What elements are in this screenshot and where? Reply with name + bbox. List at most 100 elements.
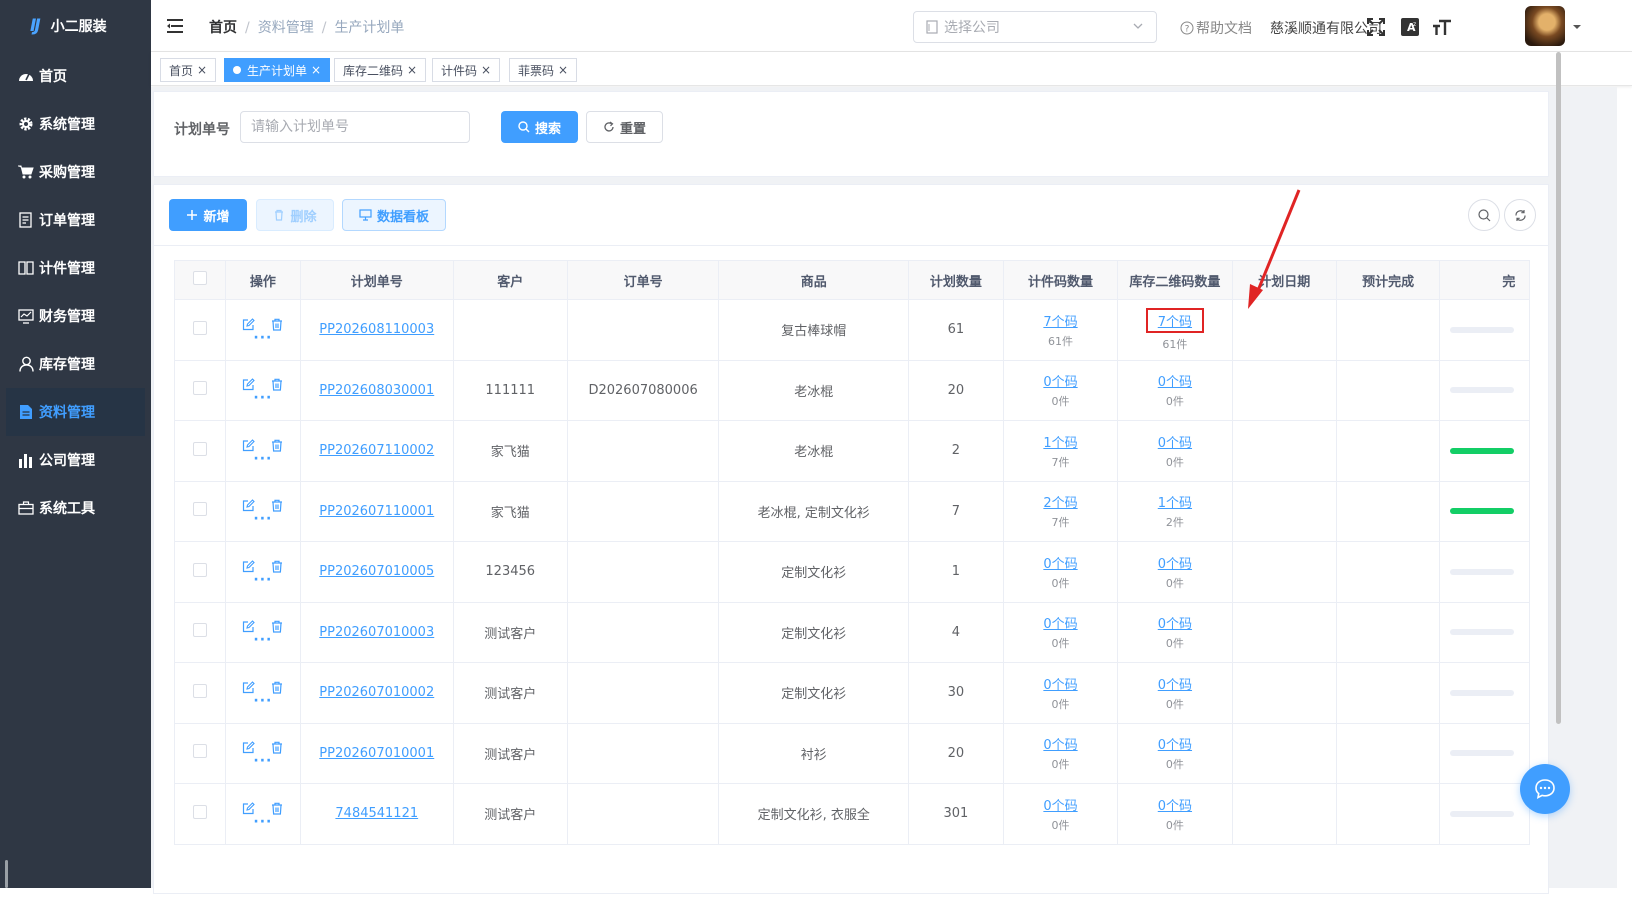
trash-icon[interactable] — [271, 741, 283, 754]
piece-codes-link[interactable]: 0个码 — [1043, 613, 1077, 632]
sidebar-item-6[interactable]: 库存管理 — [0, 340, 151, 388]
tag-3[interactable]: 计件码 × — [432, 58, 501, 82]
sidebar-item-4[interactable]: 计件管理 — [0, 244, 151, 292]
row-checkbox[interactable] — [192, 683, 207, 698]
caret-down-icon[interactable] — [1572, 20, 1582, 35]
sidebar-item-5[interactable]: 财务管理 — [0, 292, 151, 340]
trash-icon[interactable] — [271, 620, 283, 633]
breadcrumb-data-mgmt[interactable]: 资料管理 — [258, 20, 314, 36]
sidebar-item-2[interactable]: 采购管理 — [0, 148, 151, 196]
row-checkbox[interactable] — [192, 562, 207, 577]
edit-icon[interactable] — [242, 438, 256, 452]
plan-no-link[interactable]: PP202607110001 — [319, 504, 434, 519]
plan-no-link[interactable]: PP202607010003 — [319, 625, 434, 640]
plan-no-link[interactable]: PP202607110002 — [319, 443, 434, 458]
more-icon[interactable]: ··· — [253, 694, 272, 708]
more-icon[interactable]: ··· — [253, 512, 272, 526]
stock-codes-link[interactable]: 1个码 — [1158, 492, 1192, 511]
sidebar-scrollbar[interactable] — [5, 860, 8, 888]
plan-no-link[interactable]: PP202607010005 — [319, 564, 434, 579]
breadcrumb-home[interactable]: 首页 — [209, 20, 237, 36]
user-avatar[interactable] — [1525, 6, 1565, 46]
more-icon[interactable]: ··· — [253, 815, 272, 829]
plan-no-input[interactable] — [240, 111, 470, 143]
sidebar-item-7[interactable]: 资料管理 — [6, 388, 145, 436]
piece-codes-link[interactable]: 7个码 — [1043, 311, 1077, 330]
chat-button[interactable] — [1520, 764, 1570, 814]
piece-codes-link[interactable]: 0个码 — [1043, 371, 1077, 390]
select-all-checkbox[interactable] — [192, 271, 207, 285]
plan-no-link[interactable]: 7484541121 — [335, 806, 418, 821]
close-icon[interactable]: × — [197, 63, 207, 77]
sidebar-item-9[interactable]: 系统工具 — [0, 484, 151, 532]
more-icon[interactable]: ··· — [253, 754, 272, 768]
more-icon[interactable]: ··· — [253, 391, 272, 405]
more-icon[interactable]: ··· — [253, 452, 272, 466]
page-scrollbar-thumb[interactable] — [1556, 52, 1561, 724]
stock-codes-link[interactable]: 0个码 — [1158, 371, 1192, 390]
edit-icon[interactable] — [242, 680, 256, 694]
plan-no-link[interactable]: PP202608030001 — [319, 383, 434, 398]
plan-no-link[interactable]: PP202608110003 — [319, 322, 434, 337]
company-select[interactable]: 选择公司 — [913, 11, 1157, 43]
edit-icon[interactable] — [242, 559, 256, 573]
piece-codes-link[interactable]: 1个码 — [1043, 432, 1077, 451]
tag-2[interactable]: 库存二维码 × — [334, 58, 427, 82]
sidebar-item-1[interactable]: 系统管理 — [0, 100, 151, 148]
stock-codes-link[interactable]: 0个码 — [1158, 432, 1192, 451]
more-icon[interactable]: ··· — [253, 573, 272, 587]
stock-codes-link[interactable]: 0个码 — [1158, 795, 1192, 814]
page-scrollbar[interactable] — [1554, 52, 1562, 724]
row-checkbox[interactable] — [192, 441, 207, 456]
edit-icon[interactable] — [242, 317, 256, 331]
hamburger-icon[interactable] — [167, 18, 185, 38]
translate-icon[interactable]: Az — [1399, 16, 1421, 38]
trash-icon[interactable] — [271, 318, 283, 331]
plan-no-link[interactable]: PP202607010002 — [319, 685, 434, 700]
stock-codes-link-highlighted[interactable]: 7个码 — [1145, 307, 1205, 333]
stock-codes-link[interactable]: 0个码 — [1158, 734, 1192, 753]
stock-codes-link[interactable]: 0个码 — [1158, 553, 1192, 572]
data-board-button[interactable]: 数据看板 — [342, 199, 446, 231]
edit-icon[interactable] — [242, 801, 256, 815]
piece-codes-link[interactable]: 0个码 — [1043, 734, 1077, 753]
trash-icon[interactable] — [271, 560, 283, 573]
plan-no-link[interactable]: PP202607010001 — [319, 746, 434, 761]
trash-icon[interactable] — [271, 439, 283, 452]
add-button[interactable]: 新增 — [169, 199, 247, 231]
sidebar-item-3[interactable]: 订单管理 — [0, 196, 151, 244]
row-checkbox[interactable] — [192, 502, 207, 517]
row-checkbox[interactable] — [192, 381, 207, 396]
row-checkbox[interactable] — [192, 320, 207, 335]
sidebar-item-8[interactable]: 公司管理 — [0, 436, 151, 484]
tag-0[interactable]: 首页 × — [160, 58, 217, 82]
close-icon[interactable]: × — [558, 63, 568, 77]
close-icon[interactable]: × — [311, 63, 321, 77]
piece-codes-link[interactable]: 2个码 — [1043, 492, 1077, 511]
delete-button[interactable]: 删除 — [256, 199, 334, 231]
trash-icon[interactable] — [271, 802, 283, 815]
row-checkbox[interactable] — [192, 623, 207, 638]
sidebar-item-0[interactable]: 首页 — [0, 52, 151, 100]
stock-codes-link[interactable]: 0个码 — [1158, 613, 1192, 632]
trash-icon[interactable] — [271, 499, 283, 512]
font-size-icon[interactable] — [1431, 16, 1453, 38]
trash-icon[interactable] — [271, 378, 283, 391]
stock-codes-link[interactable]: 0个码 — [1158, 674, 1192, 693]
row-checkbox[interactable] — [192, 744, 207, 759]
piece-codes-link[interactable]: 0个码 — [1043, 674, 1077, 693]
more-icon[interactable]: ··· — [253, 633, 272, 647]
tag-4[interactable]: 菲票码 × — [509, 58, 578, 82]
tag-1[interactable]: 生产计划单 × — [224, 58, 331, 82]
piece-codes-link[interactable]: 0个码 — [1043, 553, 1077, 572]
refresh-table-button[interactable] — [1504, 199, 1536, 231]
fullscreen-icon[interactable] — [1365, 16, 1387, 38]
search-button[interactable]: 搜索 — [501, 111, 578, 143]
piece-codes-link[interactable]: 0个码 — [1043, 795, 1077, 814]
trash-icon[interactable] — [271, 681, 283, 694]
more-icon[interactable]: ··· — [253, 331, 272, 345]
toggle-search-button[interactable] — [1468, 199, 1500, 231]
close-icon[interactable]: × — [481, 63, 491, 77]
close-icon[interactable]: × — [407, 63, 417, 77]
row-checkbox[interactable] — [192, 804, 207, 819]
